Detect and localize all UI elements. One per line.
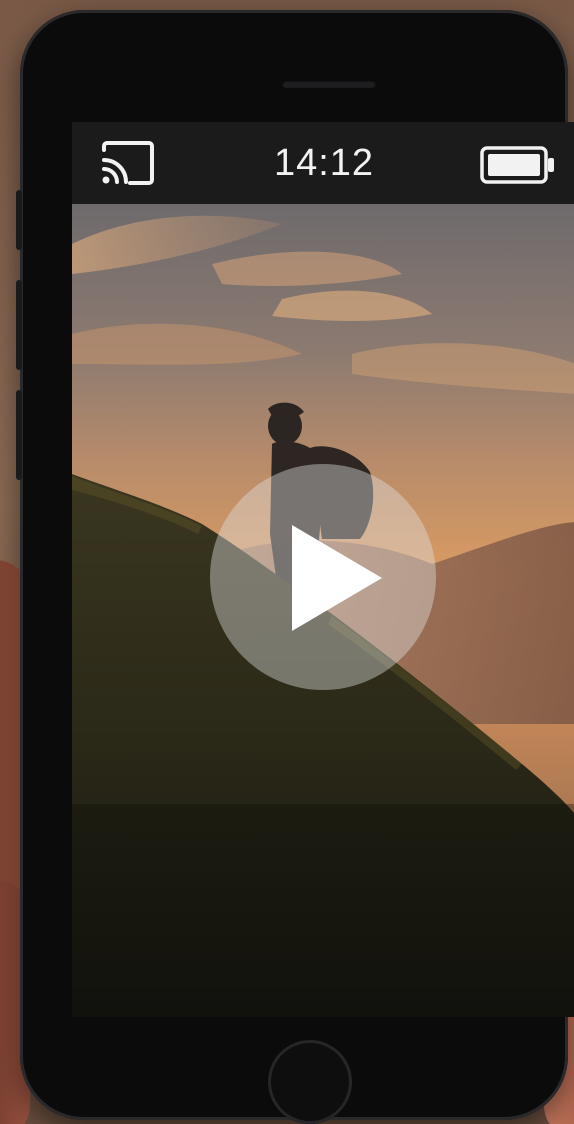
mute-switch [16, 190, 22, 250]
home-button[interactable] [268, 1040, 352, 1124]
status-bar: 14:12 [72, 122, 574, 204]
volume-down-button [16, 390, 22, 480]
phone-device: 14:12 [16, 10, 574, 1124]
volume-up-button [16, 280, 22, 370]
play-icon [292, 525, 382, 631]
play-button[interactable] [210, 464, 436, 690]
earpiece-speaker [282, 80, 376, 88]
battery-full-icon [480, 146, 554, 184]
cast-icon[interactable] [100, 140, 156, 186]
video-player[interactable] [72, 204, 574, 1017]
photo-background: 14:12 [0, 0, 574, 1124]
status-time: 14:12 [273, 142, 375, 184]
phone-screen: 14:12 [72, 122, 574, 1017]
